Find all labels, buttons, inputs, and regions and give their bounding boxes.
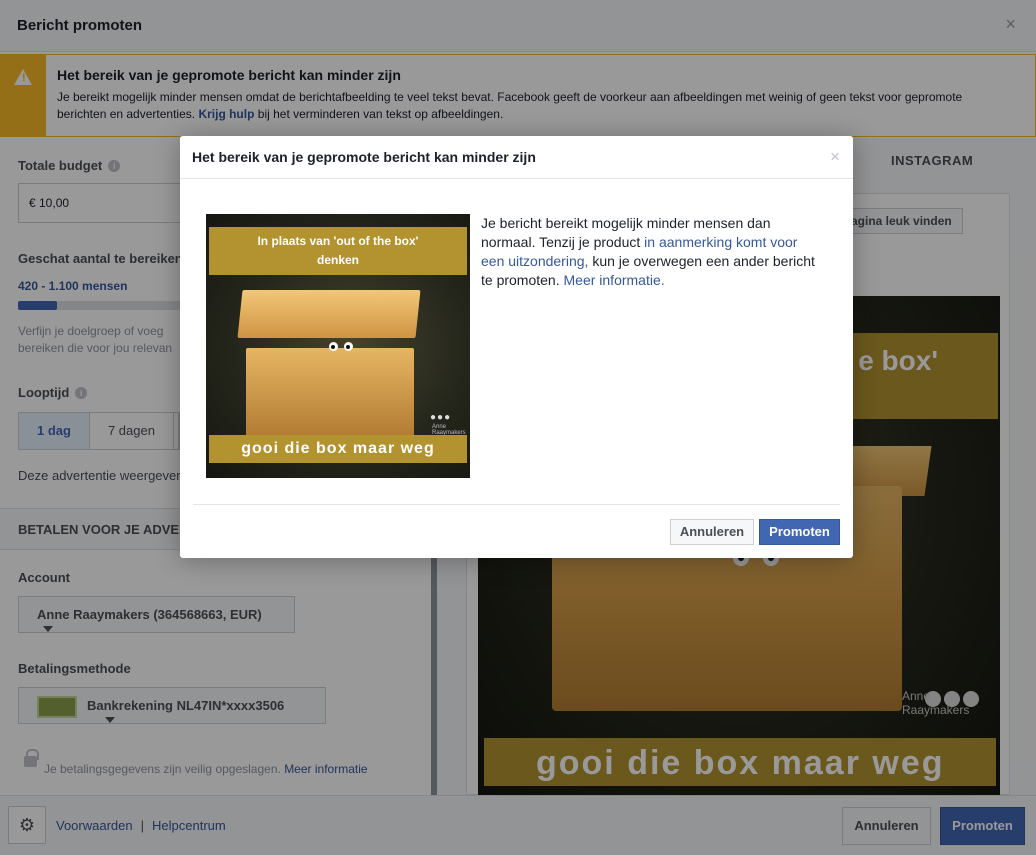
- box-body: [246, 348, 414, 436]
- brand-logo-icon: ●●●: [430, 412, 452, 423]
- modal-message: Je bericht bereikt mogelijk minder mense…: [481, 215, 815, 288]
- reach-warning-modal: Het bereik van je gepromote bericht kan …: [180, 136, 853, 558]
- post-image-thumbnail: In plaats van 'out of the box' denken ●●…: [206, 214, 470, 478]
- modal-header: Het bereik van je gepromote bericht kan …: [180, 136, 853, 179]
- modal-title: Het bereik van je gepromote bericht kan …: [192, 149, 536, 165]
- image-top-band: In plaats van 'out of the box' denken: [209, 227, 467, 275]
- close-icon[interactable]: ×: [830, 147, 840, 167]
- box-lid: [237, 290, 421, 338]
- image-bottom-band: gooi die box maar weg: [209, 435, 467, 463]
- modal-promote-button[interactable]: Promoten: [759, 519, 840, 545]
- eye-icon: [329, 342, 338, 351]
- eye-icon: [344, 342, 353, 351]
- modal-footer-divider: [193, 504, 840, 505]
- more-info-link[interactable]: Meer informatie.: [564, 272, 665, 288]
- modal-cancel-button[interactable]: Annuleren: [670, 519, 754, 545]
